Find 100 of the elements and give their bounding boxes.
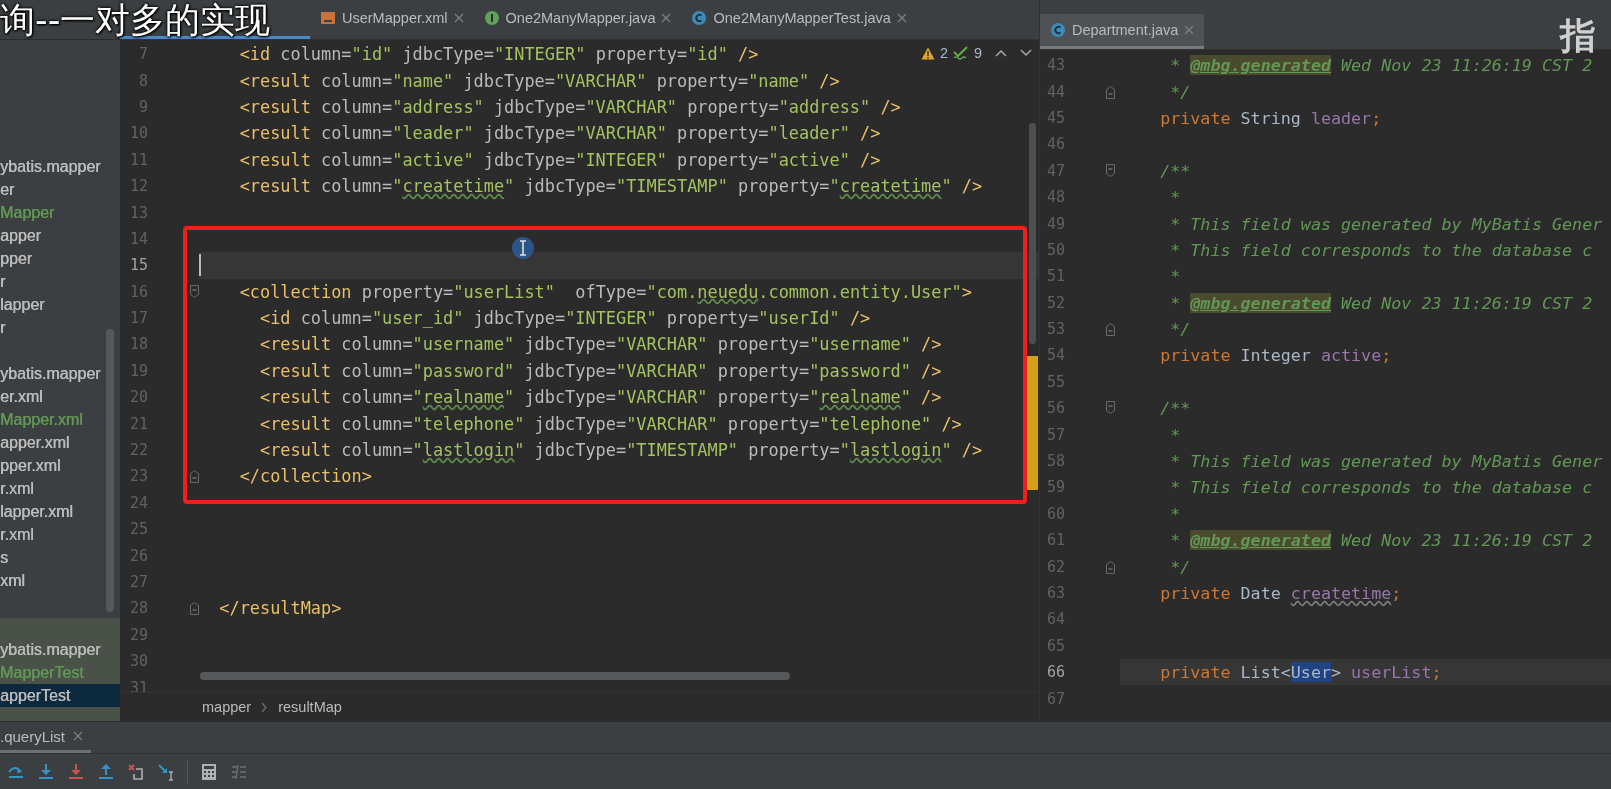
code-line: <result column="username" jdbcType="VARCHAR" property="username" /> (259, 333, 942, 357)
line-number: 11 (128, 150, 148, 169)
fold-icon[interactable] (1106, 163, 1115, 178)
line-number: 46 (1045, 135, 1065, 154)
tree-item[interactable]: pper (0, 247, 120, 270)
xml-file-icon (320, 10, 336, 26)
code-line: /** (1159, 397, 1191, 421)
editor-tab[interactable]: One2ManyMapperTest.java (681, 0, 917, 39)
chevron-up-icon[interactable] (995, 49, 1008, 57)
arrow-down-icon[interactable] (37, 762, 55, 781)
tree-item[interactable]: ybatis.mapper (0, 362, 120, 385)
line-number: 59 (1045, 478, 1065, 497)
tree-item[interactable]: ybatis.mapper (0, 638, 120, 661)
code-line: </collection> (238, 465, 372, 489)
line-number: 24 (128, 493, 148, 512)
arrow-down-icon[interactable] (67, 762, 85, 781)
code-line: </resultMap> (218, 597, 342, 621)
line-number: 54 (1045, 346, 1065, 365)
close-icon[interactable] (661, 13, 672, 23)
breadcrumb-item[interactable]: resultMap (278, 699, 342, 715)
weak-warning-count: 9 (974, 45, 983, 61)
fold-icon[interactable] (190, 601, 199, 616)
code-line: <result column="telephone" jdbcType="VARCHAR" property="telephone" /> (259, 412, 962, 436)
scrollbar-thumb[interactable] (200, 672, 790, 680)
code-line: */ (1169, 318, 1191, 342)
tree-item[interactable]: r (0, 316, 120, 339)
line-number: 56 (1045, 399, 1065, 418)
line-number: 66 (1045, 663, 1065, 682)
line-number: 12 (128, 177, 148, 196)
tree-item[interactable]: s (0, 546, 120, 569)
caption-text: 询--一对多的实现 (0, 0, 271, 42)
line-number: 10 (128, 124, 148, 143)
line-number: 21 (128, 414, 148, 433)
fold-icon[interactable] (190, 469, 199, 484)
code-line: * This field was generated by MyBatis Gener (1169, 450, 1603, 474)
arrow-up-icon[interactable] (97, 762, 115, 781)
line-number: 51 (1045, 267, 1065, 286)
tree-item[interactable]: r (0, 270, 120, 293)
frame-drop-icon[interactable] (127, 762, 145, 781)
line-number: 19 (128, 361, 148, 380)
fold-icon[interactable] (1106, 401, 1115, 416)
fold-icon[interactable] (1106, 84, 1115, 99)
tree-item[interactable]: apper (0, 224, 120, 247)
tree-item[interactable]: apper.xml (0, 431, 120, 454)
tree-item[interactable]: lapper.xml (0, 500, 120, 523)
tree-item[interactable]: er (0, 178, 120, 201)
line-number: 22 (128, 441, 148, 460)
code-line: <result column="createtime" jdbcType="TIMESTAMP" property="createtime" /> (238, 175, 983, 199)
tree-item[interactable]: Mapper.xml (0, 408, 120, 431)
editor-tab[interactable]: One2ManyMapper.java (473, 0, 682, 39)
line-number: 25 (128, 520, 148, 539)
line-number: 45 (1045, 108, 1065, 127)
fold-icon[interactable] (190, 284, 199, 299)
text-cursor-icon (511, 236, 535, 260)
interface-icon (483, 10, 500, 26)
list-icon[interactable] (230, 762, 248, 781)
line-number: 30 (128, 652, 148, 671)
chevron-down-icon[interactable] (1020, 49, 1033, 57)
tree-item[interactable]: apperTest (0, 684, 120, 707)
tree-item[interactable]: r.xml (0, 477, 120, 500)
line-number: 48 (1045, 188, 1065, 207)
tree-item[interactable]: ybatis.mapper (0, 155, 120, 178)
scrollbar-thumb[interactable] (1029, 123, 1036, 344)
editor-tab[interactable]: Department.java (1040, 14, 1205, 49)
close-icon[interactable] (896, 13, 907, 23)
line-number: 62 (1045, 557, 1065, 576)
class-icon (691, 10, 708, 26)
code-line: <id column="user_id" jdbcType="INTEGER" property="userId" /> (259, 307, 871, 331)
code-line: * (1169, 423, 1181, 447)
tree-item[interactable]: pper.xml (0, 454, 120, 477)
line-number: 15 (128, 256, 148, 275)
code-line: */ (1169, 80, 1191, 104)
line-number: 60 (1045, 504, 1065, 523)
tree-item[interactable]: lapper (0, 293, 120, 316)
cursor-arrow-icon[interactable] (157, 762, 175, 781)
line-number: 17 (128, 309, 148, 328)
tree-item[interactable]: r.xml (0, 523, 120, 546)
line-number: 55 (1045, 372, 1065, 391)
code-line: <collection property="userList" ofType="com.neuedu.common.entity.User"> (238, 280, 972, 304)
close-icon[interactable] (73, 731, 84, 741)
breadcrumb-item[interactable]: mapper (202, 699, 252, 715)
tree-item[interactable]: xml (0, 569, 120, 592)
line-number: 27 (128, 573, 148, 591)
line-number: 16 (128, 282, 148, 301)
tree-item[interactable]: er.xml (0, 385, 120, 408)
code-line: * (1169, 186, 1181, 210)
fold-icon[interactable] (1106, 559, 1115, 574)
tree-item[interactable]: Mapper (0, 201, 120, 224)
scrollbar-thumb[interactable] (106, 329, 114, 612)
close-icon[interactable] (1184, 25, 1195, 35)
code-line: * (1169, 502, 1181, 526)
line-number: 53 (1045, 320, 1065, 339)
tool-window-tab[interactable]: .queryList (0, 722, 92, 753)
fold-icon[interactable] (1106, 322, 1115, 337)
line-number: 13 (128, 203, 148, 222)
editor-tab[interactable]: UserMapper.xml (310, 0, 474, 39)
line-number: 58 (1045, 452, 1065, 471)
class-icon (1050, 22, 1066, 38)
calculator-icon[interactable] (200, 762, 218, 781)
close-icon[interactable] (453, 13, 464, 23)
